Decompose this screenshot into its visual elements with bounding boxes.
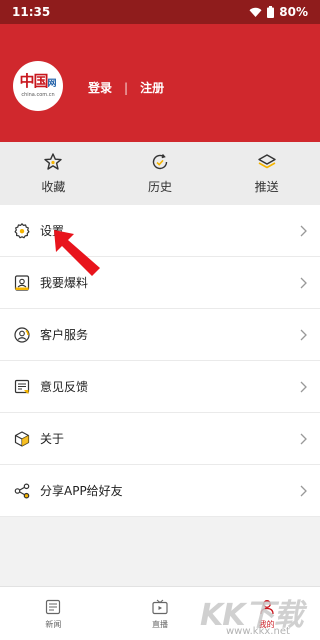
tab-live[interactable]: 直播 [107,587,214,640]
battery-icon [267,6,275,18]
report-icon [12,273,32,293]
share-icon [12,481,32,501]
quick-push-label: 推送 [254,180,279,194]
register-link[interactable]: 注册 [140,79,164,96]
menu-item-report[interactable]: 我要爆料 [0,257,320,309]
quick-push[interactable]: 推送 [213,142,320,205]
settings-menu: 设置 我要爆料 客户服务 意见反馈 关于 分享APP给好友 [0,205,320,517]
battery-level: 80% [279,5,308,19]
tab-live-label: 直播 [152,619,168,629]
layers-icon [257,154,276,169]
quick-history[interactable]: 历史 [107,142,214,205]
menu-item-feedback-label: 意见反馈 [40,380,89,394]
auth-links: 登录 | 注册 [88,79,164,96]
chevron-right-icon [300,485,307,496]
quick-history-label: 历史 [148,180,173,194]
menu-item-share-label: 分享APP给好友 [40,484,123,498]
logo-url: china.com.cn [21,92,55,98]
menu-item-about-label: 关于 [40,432,65,446]
logo-text: 中国网 [19,72,57,90]
login-link[interactable]: 登录 [88,79,112,96]
chevron-right-icon [300,381,307,392]
news-icon [46,599,61,614]
menu-item-service[interactable]: 客户服务 [0,309,320,361]
status-time: 11:35 [12,5,51,19]
tab-news[interactable]: 新闻 [0,587,107,640]
menu-item-about[interactable]: 关于 [0,413,320,465]
chevron-right-icon [300,225,307,236]
status-right: 80% [249,5,308,19]
chevron-right-icon [300,329,307,340]
red-pointer-arrow [54,230,100,276]
box-icon [12,429,32,449]
gear-icon [12,221,32,241]
wifi-icon [249,7,262,17]
star-icon [44,153,63,170]
user-icon [260,599,274,614]
feedback-icon [12,377,32,397]
menu-item-share[interactable]: 分享APP给好友 [0,465,320,517]
tab-mine-label: 我的 [258,619,275,629]
chevron-right-icon [300,433,307,444]
chevron-right-icon [300,277,307,288]
menu-item-feedback[interactable]: 意见反馈 [0,361,320,413]
tv-icon [152,599,168,614]
history-icon [152,154,168,170]
status-bar: 11:35 80% [0,0,320,24]
menu-item-service-label: 客户服务 [40,328,89,342]
quick-actions: 收藏 历史 推送 [0,142,320,205]
tab-mine[interactable]: 我的 [213,587,320,640]
auth-separator: | [124,80,129,95]
profile-header: 中国网 china.com.cn 登录 | 注册 [0,24,320,142]
quick-favorites-label: 收藏 [41,180,66,194]
tab-news-label: 新闻 [45,619,62,629]
menu-item-settings[interactable]: 设置 [0,205,320,257]
china-com-cn-logo[interactable]: 中国网 china.com.cn [13,61,63,111]
quick-favorites[interactable]: 收藏 [0,142,107,205]
service-icon [12,325,32,345]
bottom-tab-bar: 新闻 直播 我的 [0,586,320,640]
